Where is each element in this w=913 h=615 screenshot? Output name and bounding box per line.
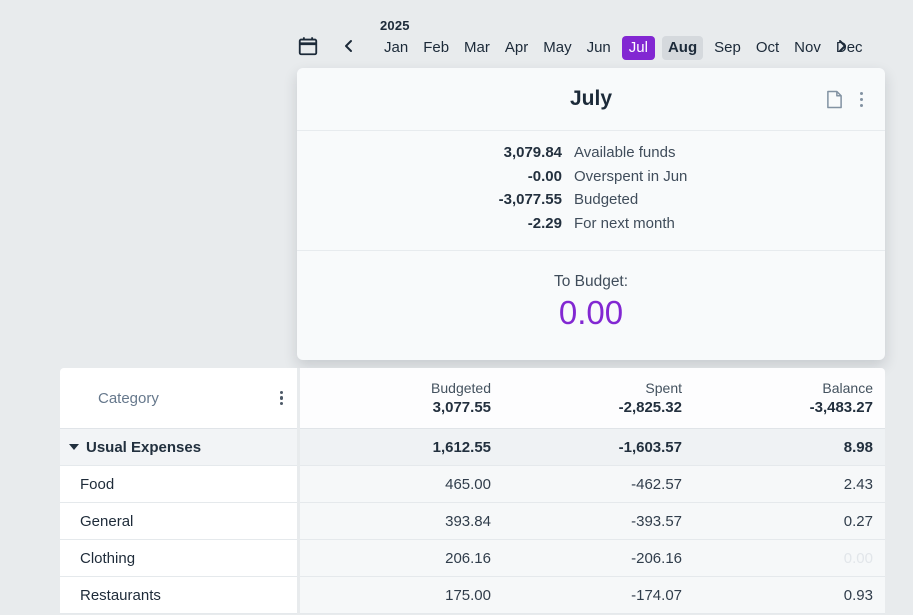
month-selector-bar: 2025 Jan Feb Mar Apr May Jun Jul Aug Sep…: [0, 0, 913, 68]
balance-cell[interactable]: 2.43: [682, 476, 873, 493]
group-row-usual-expenses[interactable]: Usual Expenses 1,612.55 -1,603.57 8.98: [60, 429, 885, 466]
totals-header-cell: Budgeted 3,077.55 Spent -2,825.32 Balanc…: [300, 368, 885, 429]
budgeted-column-header: Budgeted 3,077.55: [300, 380, 491, 416]
balance-cell[interactable]: 0.93: [682, 587, 873, 604]
summary-row-overspent: -0.00 Overspent in Jun: [297, 168, 885, 192]
group-balance: 8.98: [682, 439, 873, 456]
available-funds-value: 3,079.84: [297, 144, 562, 161]
budget-table: Category Budgeted 3,077.55 Spent -2,825.…: [60, 368, 885, 615]
group-spent: -1,603.57: [491, 439, 682, 456]
table-header-row: Category Budgeted 3,077.55 Spent -2,825.…: [60, 368, 885, 429]
category-name[interactable]: Clothing: [80, 550, 135, 567]
months-row: Jan Feb Mar Apr May Jun Jul Aug Sep Oct …: [380, 36, 867, 60]
category-header-cell: Category: [60, 368, 297, 429]
spent-total: -2,825.32: [491, 399, 682, 416]
budgeted-cell[interactable]: 175.00: [300, 587, 491, 604]
category-name[interactable]: General: [80, 513, 133, 530]
next-month-label: For next month: [574, 215, 675, 232]
budgeted-cell[interactable]: 393.84: [300, 513, 491, 530]
spent-cell[interactable]: -393.57: [491, 513, 682, 530]
month-nov[interactable]: Nov: [790, 36, 825, 60]
month-summary-card: July 3,079.84 Available funds -0.00: [297, 68, 885, 360]
kebab-menu-icon[interactable]: [860, 92, 863, 107]
balance-cell[interactable]: 0.00: [682, 550, 873, 567]
balance-cell[interactable]: 0.27: [682, 513, 873, 530]
budget-app-screen: 2025 Jan Feb Mar Apr May Jun Jul Aug Sep…: [0, 0, 913, 615]
available-funds-label: Available funds: [574, 144, 675, 161]
card-header: July: [297, 68, 885, 131]
spent-column-header: Spent -2,825.32: [491, 380, 682, 416]
note-icon[interactable]: [826, 90, 843, 109]
month-apr[interactable]: Apr: [501, 36, 532, 60]
month-title: July: [570, 87, 612, 111]
chevron-left-icon[interactable]: [340, 38, 358, 56]
category-row-food: Food 465.00 -462.57 2.43: [60, 466, 885, 503]
month-oct[interactable]: Oct: [752, 36, 783, 60]
budgeted-total: 3,077.55: [300, 399, 491, 416]
card-actions: [826, 68, 863, 131]
category-row-clothing: Clothing 206.16 -206.16 0.00: [60, 540, 885, 577]
category-name[interactable]: Food: [80, 476, 114, 493]
month-aug-current[interactable]: Aug: [662, 36, 703, 60]
month-mar[interactable]: Mar: [460, 36, 494, 60]
month-jul-selected[interactable]: Jul: [622, 36, 655, 60]
group-name-cell: Usual Expenses: [60, 429, 297, 466]
month-jan[interactable]: Jan: [380, 36, 412, 60]
budgeted-cell[interactable]: 465.00: [300, 476, 491, 493]
summary-row-budgeted: -3,077.55 Budgeted: [297, 191, 885, 215]
months-block: 2025 Jan Feb Mar Apr May Jun Jul Aug Sep…: [380, 18, 867, 60]
category-row-restaurants: Restaurants 175.00 -174.07 0.93: [60, 577, 885, 614]
balance-column-header: Balance -3,483.27: [682, 380, 873, 416]
year-label: 2025: [380, 18, 867, 33]
to-budget-amount[interactable]: 0.00: [559, 294, 623, 332]
to-budget-section: To Budget: 0.00: [297, 251, 885, 332]
spent-cell[interactable]: -462.57: [491, 476, 682, 493]
month-sep[interactable]: Sep: [710, 36, 745, 60]
summary-row-next-month: -2.29 For next month: [297, 215, 885, 239]
group-budgeted: 1,612.55: [300, 439, 491, 456]
summary-row-available: 3,079.84 Available funds: [297, 144, 885, 168]
to-budget-label: To Budget:: [297, 273, 885, 291]
spent-cell[interactable]: -206.16: [491, 550, 682, 567]
category-row-general: General 393.84 -393.57 0.27: [60, 503, 885, 540]
overspent-label: Overspent in Jun: [574, 168, 687, 185]
funds-summary: 3,079.84 Available funds -0.00 Overspent…: [297, 131, 885, 251]
group-name[interactable]: Usual Expenses: [86, 439, 201, 456]
calendar-icon[interactable]: [296, 35, 320, 59]
spent-cell[interactable]: -174.07: [491, 587, 682, 604]
category-kebab-menu-icon[interactable]: [280, 391, 283, 406]
overspent-value: -0.00: [297, 168, 562, 185]
category-name[interactable]: Restaurants: [80, 587, 161, 604]
month-feb[interactable]: Feb: [419, 36, 453, 60]
balance-total: -3,483.27: [682, 399, 873, 416]
chevron-right-icon[interactable]: [833, 38, 851, 56]
budgeted-cell[interactable]: 206.16: [300, 550, 491, 567]
collapse-triangle-icon[interactable]: [69, 438, 79, 455]
next-month-value: -2.29: [297, 215, 562, 232]
category-header-label: Category: [98, 390, 159, 407]
budgeted-value: -3,077.55: [297, 191, 562, 208]
month-may[interactable]: May: [539, 36, 575, 60]
month-jun[interactable]: Jun: [583, 36, 615, 60]
budgeted-label: Budgeted: [574, 191, 638, 208]
